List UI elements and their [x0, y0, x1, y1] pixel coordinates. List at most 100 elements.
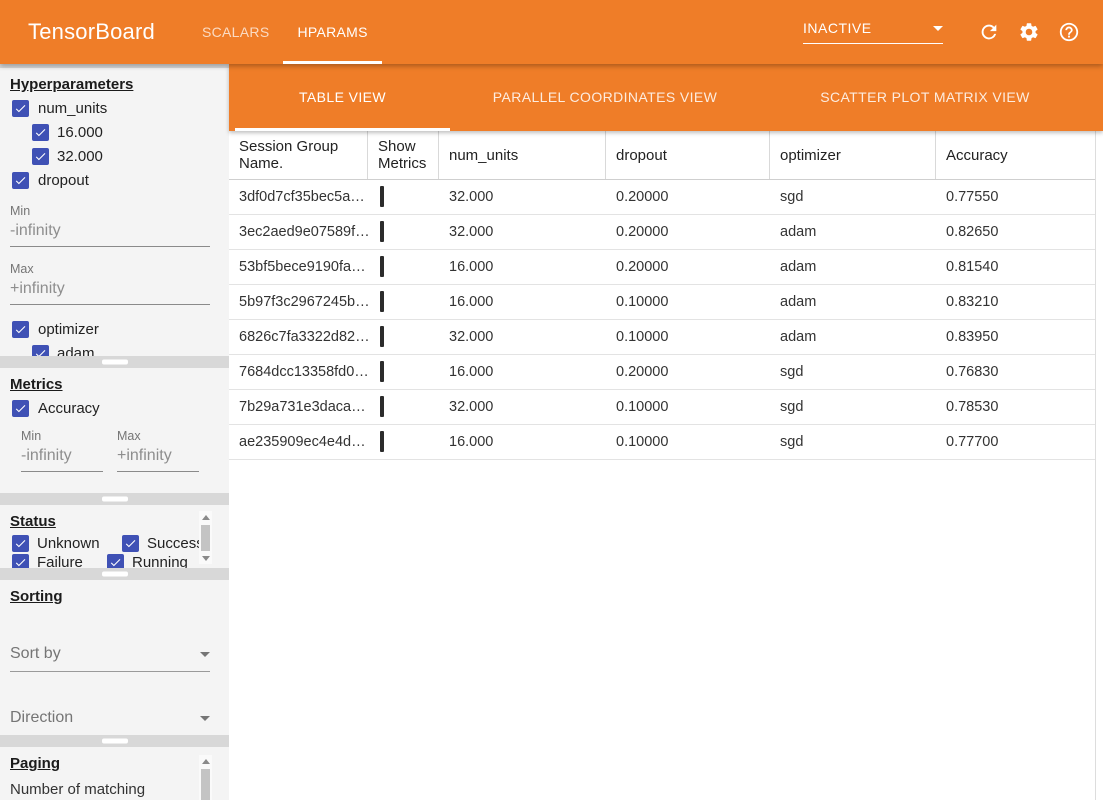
column-dropout[interactable]: dropout — [606, 131, 770, 179]
show-metrics-checkbox[interactable] — [380, 326, 384, 347]
dropout-cell: 0.10000 — [606, 294, 770, 310]
table-row: ae235909ec4e4d… 16.000 0.10000 sgd 0.777… — [229, 425, 1095, 460]
session-groups-table: Session Group Name. Show Metrics num_uni… — [229, 131, 1095, 800]
gear-icon — [1018, 21, 1040, 43]
checkbox-success[interactable] — [122, 535, 139, 552]
paging-panel: Paging Number of matching session groups… — [0, 747, 229, 800]
chevron-down-icon — [933, 26, 943, 31]
show-metrics-checkbox[interactable] — [380, 256, 384, 277]
app-title: TensorBoard — [28, 19, 155, 45]
hyperparameters-panel: Hyperparameters num_units 16.000 32.000 … — [0, 68, 229, 356]
dropout-cell: 0.20000 — [606, 364, 770, 380]
show-metrics-checkbox[interactable] — [380, 291, 384, 312]
tab-parallel-coordinates-view[interactable]: PARALLEL COORDINATES VIEW — [450, 64, 760, 131]
tab-scatter-plot-matrix-view[interactable]: SCATTER PLOT MATRIX VIEW — [760, 64, 1090, 131]
check-icon — [34, 150, 47, 163]
sort-by-select[interactable]: Sort by — [10, 645, 210, 672]
table-row: 6826c7fa3322d82… 32.000 0.10000 adam 0.8… — [229, 320, 1095, 355]
table-row: 5b97f3c2967245b… 16.000 0.10000 adam 0.8… — [229, 285, 1095, 320]
num-units-cell: 32.000 — [439, 399, 606, 415]
checkbox-accuracy[interactable] — [12, 400, 29, 417]
checkbox-optimizer[interactable] — [12, 321, 29, 338]
column-show-metrics[interactable]: Show Metrics — [368, 131, 439, 179]
checkbox-32[interactable] — [32, 148, 49, 165]
metrics-heading: Metrics — [0, 368, 229, 393]
checkbox-dropout[interactable] — [12, 172, 29, 189]
accuracy-min-input[interactable] — [21, 443, 103, 472]
status-heading: Status — [0, 505, 229, 530]
scrollbar-thumb[interactable] — [201, 525, 210, 551]
checkbox-unknown[interactable] — [12, 535, 29, 552]
accuracy-max-input[interactable] — [117, 443, 199, 472]
accuracy-cell: 0.82650 — [936, 224, 1095, 240]
num-units-cell: 16.000 — [439, 434, 606, 450]
status-scrollbar[interactable] — [199, 511, 212, 564]
num-units-cell: 16.000 — [439, 294, 606, 310]
session-group-name: 7b29a731e3daca… — [229, 399, 368, 415]
min-label: Min — [21, 429, 103, 443]
scrollbar-thumb[interactable] — [201, 769, 210, 800]
checkbox-running[interactable] — [107, 554, 124, 568]
dropout-max-input[interactable] — [10, 276, 210, 305]
show-metrics-checkbox[interactable] — [380, 431, 384, 452]
status-row-1: Unknown Success — [12, 535, 229, 552]
session-group-name: 3ec2aed9e07589f… — [229, 224, 368, 240]
scroll-up-icon[interactable] — [199, 755, 212, 767]
active-tab-indicator — [283, 61, 381, 64]
view-tabs: TABLE VIEW PARALLEL COORDINATES VIEW SCA… — [229, 64, 1103, 131]
status-select[interactable]: INACTIVE — [803, 20, 943, 44]
section-divider — [0, 735, 229, 747]
check-icon — [14, 174, 27, 187]
scroll-down-icon[interactable] — [199, 552, 212, 564]
optimizer-cell: adam — [770, 259, 936, 275]
show-metrics-checkbox[interactable] — [380, 396, 384, 417]
help-button[interactable] — [1057, 20, 1081, 44]
accuracy-cell: 0.83950 — [936, 329, 1095, 345]
status-options: Unknown Success Failure Running — [0, 535, 229, 568]
dropout-cell: 0.20000 — [606, 189, 770, 205]
dropout-min-input[interactable] — [10, 218, 210, 247]
paging-scrollbar[interactable] — [199, 755, 212, 800]
check-icon — [14, 102, 27, 115]
optimizer-cell: adam — [770, 224, 936, 240]
session-group-name: 5b97f3c2967245b… — [229, 294, 368, 310]
refresh-icon — [978, 21, 1000, 43]
accuracy-min-field: Min — [21, 429, 103, 472]
column-accuracy[interactable]: Accuracy — [936, 131, 1095, 179]
session-group-name: 6826c7fa3322d82… — [229, 329, 368, 345]
checkbox-num-units[interactable] — [12, 100, 29, 117]
status-success: Success — [122, 535, 204, 552]
check-icon — [34, 126, 47, 139]
status-select-value: INACTIVE — [803, 20, 872, 36]
show-metrics-checkbox[interactable] — [380, 221, 384, 242]
main-scrollbar-track[interactable] — [1095, 131, 1103, 800]
help-icon — [1058, 21, 1080, 43]
resize-handle[interactable] — [102, 572, 128, 577]
column-optimizer[interactable]: optimizer — [770, 131, 936, 179]
table-row: 3ec2aed9e07589f… 32.000 0.20000 adam 0.8… — [229, 215, 1095, 250]
show-metrics-checkbox[interactable] — [380, 361, 384, 382]
check-icon — [124, 537, 137, 550]
table-row: 3df0d7cf35bec5a… 32.000 0.20000 sgd 0.77… — [229, 180, 1095, 215]
status-unknown: Unknown — [12, 535, 122, 552]
column-session-group-name[interactable]: Session Group Name. — [229, 131, 368, 179]
settings-button[interactable] — [1017, 20, 1041, 44]
status-row-2: Failure Running — [12, 554, 229, 568]
direction-select[interactable]: Direction — [10, 709, 210, 735]
tab-table-view[interactable]: TABLE VIEW — [235, 64, 450, 131]
resize-handle[interactable] — [102, 360, 128, 365]
refresh-button[interactable] — [977, 20, 1001, 44]
tab-hparams[interactable]: HPARAMS — [283, 0, 381, 64]
checkbox-failure[interactable] — [12, 554, 29, 568]
check-icon — [14, 537, 27, 550]
column-num-units[interactable]: num_units — [439, 131, 606, 179]
checkbox-16[interactable] — [32, 124, 49, 141]
resize-handle[interactable] — [102, 497, 128, 502]
resize-handle[interactable] — [102, 739, 128, 744]
scroll-up-icon[interactable] — [199, 511, 212, 523]
tab-scalars[interactable]: SCALARS — [188, 0, 283, 64]
show-metrics-checkbox[interactable] — [380, 186, 384, 207]
optimizer-cell: adam — [770, 294, 936, 310]
checkbox-adam[interactable] — [32, 345, 49, 356]
chevron-down-icon — [200, 716, 210, 721]
